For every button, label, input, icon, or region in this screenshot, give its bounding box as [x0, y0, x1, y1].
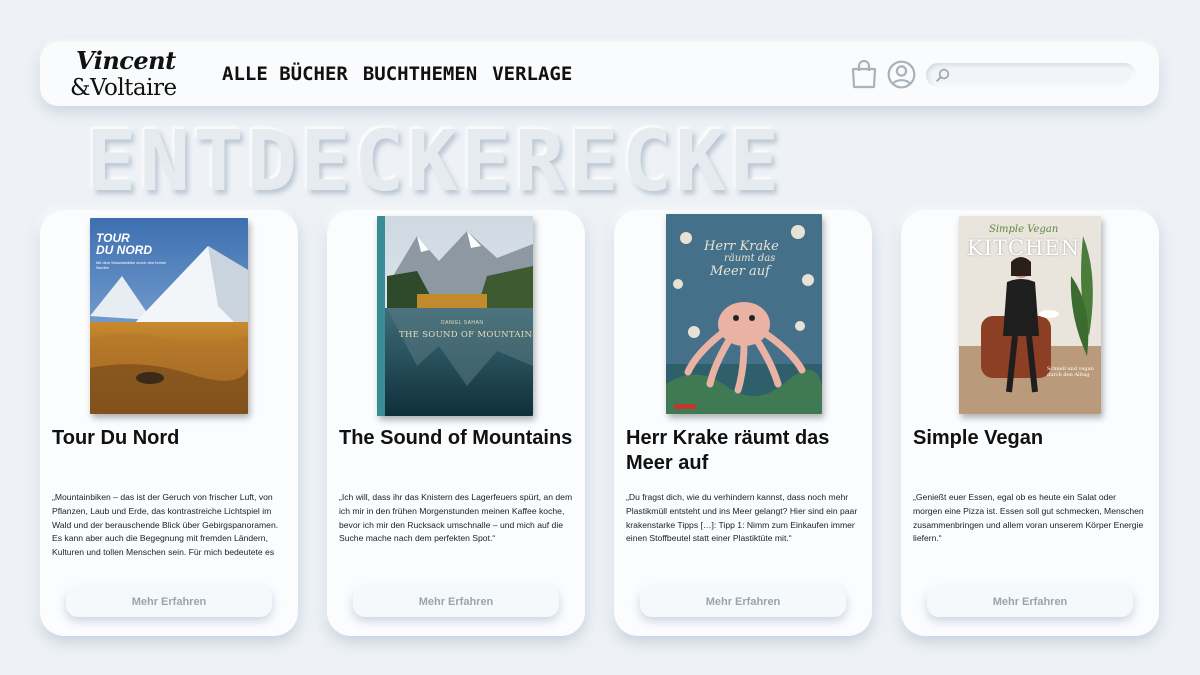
cover-title: KITCHEN	[967, 236, 1081, 260]
book-excerpt: „Ich will, dass ihr das Knistern des Lag…	[339, 492, 573, 544]
cover-author: DANIEL SAHAN	[441, 320, 484, 326]
search-input[interactable]	[956, 65, 1126, 85]
cover-subtitle: Mit dem Mountainbike durch den hohen Nor…	[96, 260, 167, 270]
book-card: DANIEL SAHAN THE SOUND OF MOUNTAINS The …	[327, 210, 585, 636]
book-title: Tour Du Nord	[52, 427, 180, 449]
book-excerpt: „Genießt euer Essen, egal ob es heute ei…	[913, 492, 1144, 544]
book-excerpt: „Mountainbiken – das ist der Geruch von …	[52, 492, 279, 561]
more-info-button[interactable]: Mehr Erfahren	[640, 586, 846, 617]
hero-title: ENTDECKERECKE	[86, 112, 783, 210]
brand-logo-line2: &Voltaire	[70, 75, 177, 101]
book-title: Simple Vegan	[913, 427, 1044, 449]
book-cover-tour-du-nord[interactable]: TOUR DU NORD Mit dem Mountainbike durch …	[90, 218, 248, 414]
book-title: The Sound of Mountains	[339, 427, 573, 449]
book-card: Herr Krake räumt das Meer auf Herr Krake…	[614, 210, 872, 636]
shopping-bag-icon[interactable]	[850, 59, 878, 89]
search-icon	[936, 68, 950, 82]
book-card: TOUR DU NORD Mit dem Mountainbike durch …	[40, 210, 298, 636]
book-excerpt: „Du fragst dich, wie du verhindern kanns…	[626, 492, 858, 544]
cover-title: THE SOUND OF MOUNTAINS	[399, 330, 533, 340]
brand-logo-line1: Vincent	[76, 46, 176, 75]
cover-script-title: Simple Vegan	[989, 224, 1059, 235]
cover-title: DU NORD	[96, 243, 152, 257]
cover-title: Meer auf	[710, 264, 770, 279]
brand-logo[interactable]: Vincent &Voltaire	[70, 47, 180, 103]
search-bar[interactable]	[926, 63, 1136, 87]
nav-item-alle-buecher[interactable]: ALLE BÜCHER	[222, 63, 348, 85]
cover-title: räumt das	[724, 253, 776, 264]
book-cover-sound-of-mountains[interactable]: DANIEL SAHAN THE SOUND OF MOUNTAINS	[377, 216, 533, 416]
more-info-button[interactable]: Mehr Erfahren	[927, 586, 1133, 617]
more-info-button[interactable]: Mehr Erfahren	[66, 586, 272, 617]
more-info-button[interactable]: Mehr Erfahren	[353, 586, 559, 617]
nav-item-buchthemen[interactable]: BUCHTHEMEN	[363, 63, 477, 85]
top-navigation-bar: Vincent &Voltaire ALLE BÜCHER BUCHTHEMEN…	[40, 42, 1159, 106]
main-nav: ALLE BÜCHER BUCHTHEMEN VERLAGE	[222, 63, 572, 85]
cover-title: Herr Krake	[704, 239, 779, 254]
book-cover-simple-vegan[interactable]: Simple Vegan KITCHEN Schnell und vegan d…	[959, 216, 1101, 414]
cover-tagline: Schnell und vegan durch den Alltag	[1047, 366, 1094, 378]
user-account-icon[interactable]	[887, 60, 916, 89]
book-cover-herr-krake[interactable]: Herr Krake räumt das Meer auf	[666, 214, 822, 414]
nav-item-verlage[interactable]: VERLAGE	[492, 63, 572, 85]
book-title: Herr Krake räumt das Meer auf	[626, 427, 830, 474]
book-card: Simple Vegan KITCHEN Schnell und vegan d…	[901, 210, 1159, 636]
